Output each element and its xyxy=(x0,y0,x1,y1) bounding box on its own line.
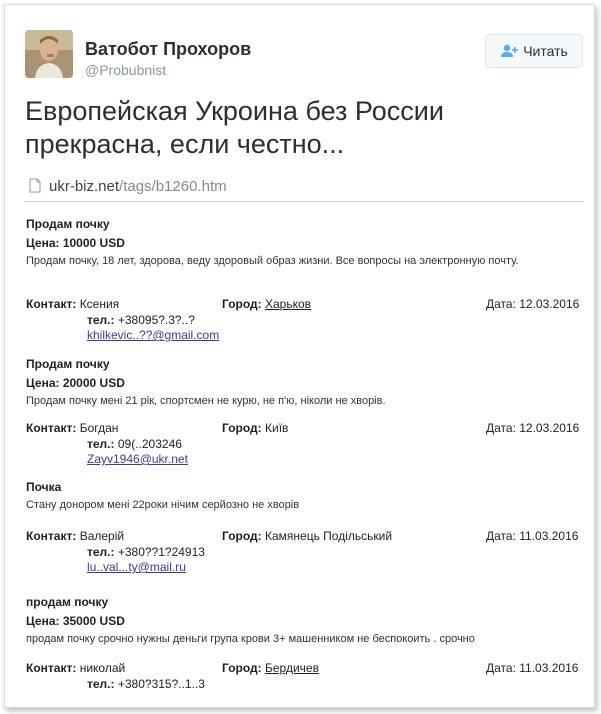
contact-label: Контакт: xyxy=(26,661,77,675)
add-user-icon xyxy=(501,44,519,57)
ad-date: 12.03.2016 xyxy=(519,297,580,311)
phone-number: +38095?.3?..? xyxy=(117,313,195,327)
link-domain: ukr-biz.net xyxy=(49,178,120,195)
avatar-photo xyxy=(25,30,73,78)
avatar[interactable] xyxy=(25,30,73,78)
ad-date: 12.03.2016 xyxy=(519,421,580,435)
phone-number: +380??1?24913 xyxy=(117,545,205,559)
contact-label: Контакт: xyxy=(26,421,77,435)
contact-name: Богдан xyxy=(79,421,119,435)
ad-item: Почка Стану донором мені 22роки нічим се… xyxy=(26,480,586,512)
city-link[interactable]: Бердичев xyxy=(265,661,319,675)
contact-name: Ксения xyxy=(79,297,120,311)
phone-label: тел.: xyxy=(87,313,115,327)
follow-button-label: Читать xyxy=(523,43,568,59)
ad-description: Продам почку, 18 лет, здорова, веду здор… xyxy=(26,255,519,267)
city-label: Город: xyxy=(222,297,262,311)
ad-item: продам почку Цена: 35000 USD продам почк… xyxy=(26,595,586,646)
city-link[interactable]: Харьков xyxy=(265,297,311,311)
phone-label: тел.: xyxy=(87,437,115,451)
date-label: Дата: xyxy=(486,529,516,543)
ad-email[interactable]: lu..val...ty@mail.ru xyxy=(87,560,186,574)
ad-price: Цена: 35000 USD xyxy=(26,614,125,628)
ad-title: Продам почку xyxy=(26,217,110,231)
ad-phone: тел.: 09(..203246 xyxy=(87,437,182,451)
city-label: Город: xyxy=(222,529,262,543)
contact-label: Контакт: xyxy=(26,297,77,311)
contact-name: николай xyxy=(79,661,126,675)
ad-email[interactable]: khilkevic..??@gmail.com xyxy=(87,328,219,342)
ad-phone: тел.: +38095?.3?..? xyxy=(87,313,195,327)
link-url[interactable]: ukr-biz.net/tags/b1260.htm xyxy=(49,178,227,195)
ad-date: 11.03.2016 xyxy=(519,661,579,675)
ad-phone: тел.: +380??1?24913 xyxy=(87,545,205,559)
ad-price: Цена: 10000 USD xyxy=(26,236,125,250)
ad-title: продам почку xyxy=(26,595,109,609)
phone-number: +380?315?..1..3 xyxy=(117,677,205,691)
contact-label: Контакт: xyxy=(26,529,77,543)
ad-title: Почка xyxy=(26,480,62,494)
ad-item: Продам почку Цена: 10000 USD Продам почк… xyxy=(26,217,586,268)
city-name: Камянець Подільський xyxy=(265,529,393,543)
date-label: Дата: xyxy=(486,297,516,311)
link-path: /tags/b1260.htm xyxy=(119,178,227,195)
phone-number: 09(..203246 xyxy=(117,437,182,451)
ad-title: Продам почку xyxy=(26,357,110,371)
tweet-text: Европейская Укроина без России прекрасна… xyxy=(25,96,444,159)
author-handle[interactable]: @Probubnist xyxy=(85,62,166,78)
ad-description: продам почку срочно нужны деньги група к… xyxy=(26,633,475,645)
city-name: Київ xyxy=(265,421,289,435)
author-name[interactable]: Ватобот Прохоров xyxy=(85,39,251,60)
city-label: Город: xyxy=(222,661,262,675)
phone-label: тел.: xyxy=(87,677,115,691)
contact-name: Валерій xyxy=(79,529,125,543)
tweet-card: Ватобот Прохоров @Probubnist Читать Евро… xyxy=(4,4,595,708)
link-preview-url[interactable]: ukr-biz.net/tags/b1260.htm xyxy=(25,175,583,202)
ad-description: Продам почку мені 21 рік, спортсмен не к… xyxy=(26,395,386,407)
city-label: Город: xyxy=(222,421,262,435)
ad-phone: тел.: +380?315?..1..3 xyxy=(87,677,205,691)
ad-date: 11.03.2016 xyxy=(519,529,579,543)
ad-price: Цена: 20000 USD xyxy=(26,376,125,390)
ad-description: Стану донором мені 22роки нічим серйозно… xyxy=(26,499,300,511)
phone-label: тел.: xyxy=(87,545,115,559)
follow-button[interactable]: Читать xyxy=(485,34,583,68)
ad-email[interactable]: Zayv1946@ukr.net xyxy=(87,452,188,466)
date-label: Дата: xyxy=(486,661,516,675)
ad-item: Продам почку Цена: 20000 USD Продам почк… xyxy=(26,357,586,408)
date-label: Дата: xyxy=(486,421,516,435)
document-icon xyxy=(29,178,41,193)
